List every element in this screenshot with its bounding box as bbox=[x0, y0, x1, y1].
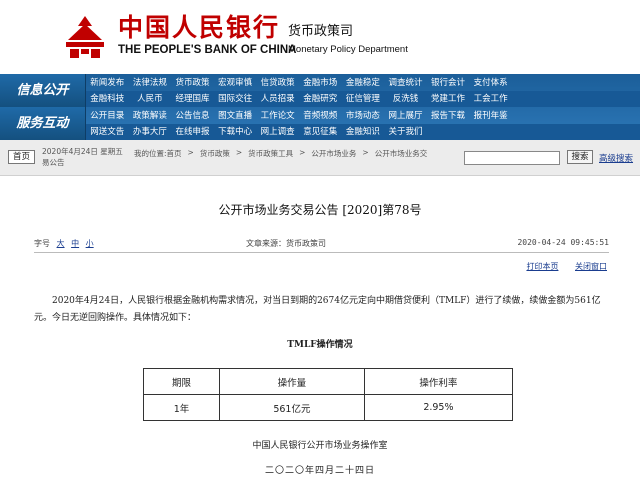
advanced-search-link[interactable]: 高级搜索 bbox=[599, 152, 633, 164]
nav-item[interactable]: 市场动态 bbox=[342, 108, 385, 124]
table-cell: 561亿元 bbox=[219, 394, 365, 421]
nav-item[interactable]: 网上展厅 bbox=[384, 108, 427, 124]
page-title: 公开市场业务交易公告 [2020]第78号 bbox=[218, 203, 422, 217]
nav-item[interactable]: 调查统计 bbox=[384, 75, 427, 91]
font-size-switcher: 字号 大 中 小 bbox=[34, 238, 94, 249]
nav-section-service: 服务互动 bbox=[0, 107, 86, 140]
site-header: 中国人民银行 THE PEOPLE'S BANK OF CHINA 货币政策司 … bbox=[0, 0, 640, 74]
breadcrumb-separator: > bbox=[235, 148, 243, 157]
nav-item[interactable]: 党建工作 bbox=[427, 91, 470, 107]
breadcrumb-bar: 首页 2020年4月24日 星期五 易公告 我的位置:首页 > 货币政策 > 货… bbox=[0, 140, 640, 176]
table-row: 1年 561亿元 2.95% bbox=[143, 394, 514, 421]
search-input[interactable] bbox=[464, 151, 560, 165]
divider bbox=[34, 252, 609, 253]
nav-item[interactable]: 反洗钱 bbox=[384, 91, 427, 107]
nav-item[interactable]: 国际交往 bbox=[214, 91, 257, 107]
nav-item[interactable]: 法律法规 bbox=[129, 75, 172, 91]
table-cell: 1年 bbox=[143, 394, 220, 421]
publish-time: 2020-04-24 09:45:51 bbox=[517, 238, 609, 247]
issuing-office: 中国人民银行公开市场业务操作室 bbox=[252, 441, 388, 451]
table-header: 期限 bbox=[143, 368, 220, 395]
nav-item[interactable]: 征信管理 bbox=[342, 91, 385, 107]
nav-row-4: 网送文告 办事大厅 在线申报 下载中心 网上调查 意见征集 金融知识 关于我们 bbox=[86, 124, 640, 140]
nav-item[interactable]: 音频视频 bbox=[299, 108, 342, 124]
breadcrumb-item[interactable]: 公开市场业务 bbox=[311, 148, 356, 159]
nav-row-3: 公开目录 政策解读 公告信息 图文直播 工作论文 音频视频 市场动态 网上展厅 … bbox=[86, 108, 640, 124]
bank-name-en: THE PEOPLE'S BANK OF CHINA bbox=[118, 44, 297, 56]
breadcrumb-separator: > bbox=[362, 148, 369, 157]
main-nav: 信息公开 服务互动 新闻发布 法律法规 货币政策 宏观审慎 信贷政策 金融市场 … bbox=[0, 74, 640, 140]
nav-item[interactable]: 公开目录 bbox=[86, 108, 129, 124]
nav-item[interactable]: 公告信息 bbox=[171, 108, 214, 124]
issue-date: 二〇二〇年四月二十四日 bbox=[264, 466, 375, 476]
table-cell: 2.95% bbox=[363, 394, 514, 421]
table-title: TMLF操作情况 bbox=[287, 340, 353, 350]
font-size-large[interactable]: 大 bbox=[57, 239, 65, 248]
nav-item[interactable]: 宏观审慎 bbox=[214, 75, 257, 91]
article-source: 文章来源：货币政策司 bbox=[246, 239, 326, 248]
nav-item[interactable]: 关于我们 bbox=[384, 124, 427, 140]
nav-item[interactable]: 工作论文 bbox=[256, 108, 299, 124]
breadcrumb-item[interactable]: 货币政策工具 bbox=[248, 148, 293, 159]
nav-item[interactable]: 人民币 bbox=[129, 91, 172, 107]
nav-item[interactable]: 在线申报 bbox=[171, 124, 214, 140]
home-button[interactable]: 首页 bbox=[8, 150, 35, 164]
nav-item[interactable]: 网送文告 bbox=[86, 124, 129, 140]
nav-item[interactable]: 报刊年鉴 bbox=[469, 108, 512, 124]
current-date: 2020年4月24日 星期五 易公告 bbox=[42, 147, 123, 167]
nav-item[interactable]: 金融科技 bbox=[86, 91, 129, 107]
nav-row-1: 新闻发布 法律法规 货币政策 宏观审慎 信贷政策 金融市场 金融稳定 调查统计 … bbox=[86, 75, 640, 91]
nav-item[interactable]: 货币政策 bbox=[171, 75, 214, 91]
nav-item[interactable]: 意见征集 bbox=[299, 124, 342, 140]
dept-name-cn: 货币政策司 bbox=[288, 24, 354, 39]
font-size-label: 字号 bbox=[34, 239, 50, 248]
nav-item[interactable]: 银行会计 bbox=[427, 75, 470, 91]
nav-item[interactable]: 金融市场 bbox=[299, 75, 342, 91]
close-window-link[interactable]: 关闭窗口 bbox=[575, 262, 607, 271]
nav-item[interactable]: 新闻发布 bbox=[86, 75, 129, 91]
article-meta: 字号 大 中 小 文章来源：货币政策司 2020-04-24 09:45:51 bbox=[34, 238, 609, 250]
nav-item[interactable]: 办事大厅 bbox=[129, 124, 172, 140]
nav-item[interactable]: 网上调查 bbox=[256, 124, 299, 140]
nav-item[interactable]: 金融研究 bbox=[299, 91, 342, 107]
article-tools: 打印本页 关闭窗口 bbox=[512, 261, 607, 272]
nav-row-2: 金融科技 人民币 经理国库 国际交往 人员招录 金融研究 征信管理 反洗钱 党建… bbox=[86, 91, 640, 107]
nav-item[interactable]: 金融稳定 bbox=[342, 75, 385, 91]
breadcrumb-item[interactable]: 货币政策 bbox=[200, 148, 230, 159]
nav-item[interactable]: 报告下载 bbox=[427, 108, 470, 124]
dept-name-en: Monetary Policy Department bbox=[288, 44, 408, 55]
bank-name-cn: 中国人民银行 bbox=[118, 13, 281, 42]
breadcrumb-item[interactable]: 我的位置:首页 bbox=[134, 148, 182, 159]
nav-item[interactable]: 经理国库 bbox=[171, 91, 214, 107]
nav-item[interactable]: 金融知识 bbox=[342, 124, 385, 140]
nav-section-info-disclosure: 信息公开 bbox=[0, 74, 86, 107]
nav-item[interactable]: 下载中心 bbox=[214, 124, 257, 140]
breadcrumb-item[interactable]: 公开市场业务交 bbox=[375, 148, 428, 159]
font-size-medium[interactable]: 中 bbox=[71, 239, 79, 248]
breadcrumb-separator: > bbox=[299, 148, 306, 157]
nav-item[interactable]: 人员招录 bbox=[256, 91, 299, 107]
nav-item[interactable]: 图文直播 bbox=[214, 108, 257, 124]
nav-item[interactable]: 工会工作 bbox=[469, 91, 512, 107]
article-body: 2020年4月24日，人民银行根据金融机构需求情况，对当日到期的2674亿元定向… bbox=[34, 296, 601, 323]
table-header-row: 期限 操作量 操作利率 bbox=[143, 368, 514, 395]
nav-item[interactable]: 信贷政策 bbox=[256, 75, 299, 91]
search-button[interactable]: 搜索 bbox=[567, 150, 593, 164]
table-header: 操作利率 bbox=[363, 368, 514, 395]
font-size-small[interactable]: 小 bbox=[86, 239, 94, 248]
nav-item[interactable]: 政策解读 bbox=[129, 108, 172, 124]
tmlf-table: 期限 操作量 操作利率 1年 561亿元 2.95% bbox=[143, 368, 514, 421]
breadcrumb-separator: > bbox=[187, 148, 194, 157]
breadcrumb: 我的位置:首页 > 货币政策 > 货币政策工具 > 公开市场业务 > 公开市场业… bbox=[134, 148, 433, 159]
nav-item[interactable]: 支付体系 bbox=[469, 75, 512, 91]
table-header: 操作量 bbox=[219, 368, 365, 395]
print-page-link[interactable]: 打印本页 bbox=[526, 262, 558, 271]
pboc-logo-icon[interactable] bbox=[62, 14, 108, 60]
